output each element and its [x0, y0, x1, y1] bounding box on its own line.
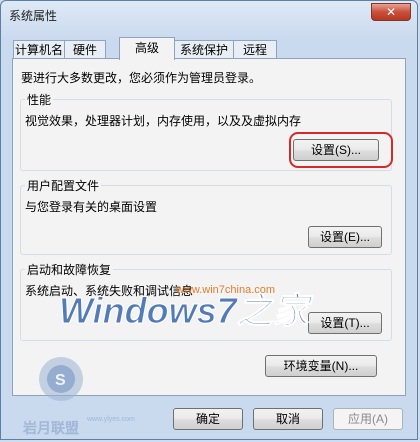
tab-system-protection[interactable]: 系统保护: [174, 40, 234, 59]
user-profiles-settings-button[interactable]: 设置(E)...: [308, 226, 382, 248]
tab-hardware[interactable]: 硬件: [64, 40, 106, 59]
environment-variables-button[interactable]: 环境变量(N)...: [265, 355, 377, 377]
apply-button[interactable]: 应用(A): [333, 408, 403, 430]
tab-remote[interactable]: 远程: [233, 40, 277, 59]
startup-recovery-settings-button[interactable]: 设置(T)...: [308, 312, 382, 334]
user-profiles-description: 与您登录有关的桌面设置: [25, 200, 158, 214]
startup-recovery-title: 启动和故障恢复: [25, 261, 114, 278]
tab-computer-name[interactable]: 计算机名: [13, 40, 65, 59]
window-title: 系统属性: [9, 9, 58, 23]
tab-advanced[interactable]: 高级: [119, 37, 175, 60]
performance-title: 性能: [25, 91, 54, 108]
watermark-logo-text: 岩月联盟: [22, 420, 79, 437]
admin-note: 要进行大多数更改，您必须作为管理员登录。: [21, 71, 262, 85]
close-button[interactable]: ✕: [371, 3, 411, 21]
title-bar[interactable]: 系统属性 ✕: [1, 1, 417, 29]
cancel-button[interactable]: 取消: [253, 408, 323, 430]
ok-button[interactable]: 确定: [173, 408, 243, 430]
system-properties-window: 系统属性 ✕ 计算机名 硬件 高级 系统保护 远程 要进行大多数更改，您必须作为…: [0, 0, 418, 440]
user-profiles-title: 用户配置文件: [25, 177, 102, 194]
performance-description: 视觉效果，处理器计划，内存使用，以及及虚拟内存: [25, 114, 302, 128]
startup-recovery-description: 系统启动、系统失败和调试信息: [25, 284, 194, 298]
highlight-circle: [289, 132, 393, 168]
watermark-logo-url: www.ylyes.com: [86, 416, 135, 423]
